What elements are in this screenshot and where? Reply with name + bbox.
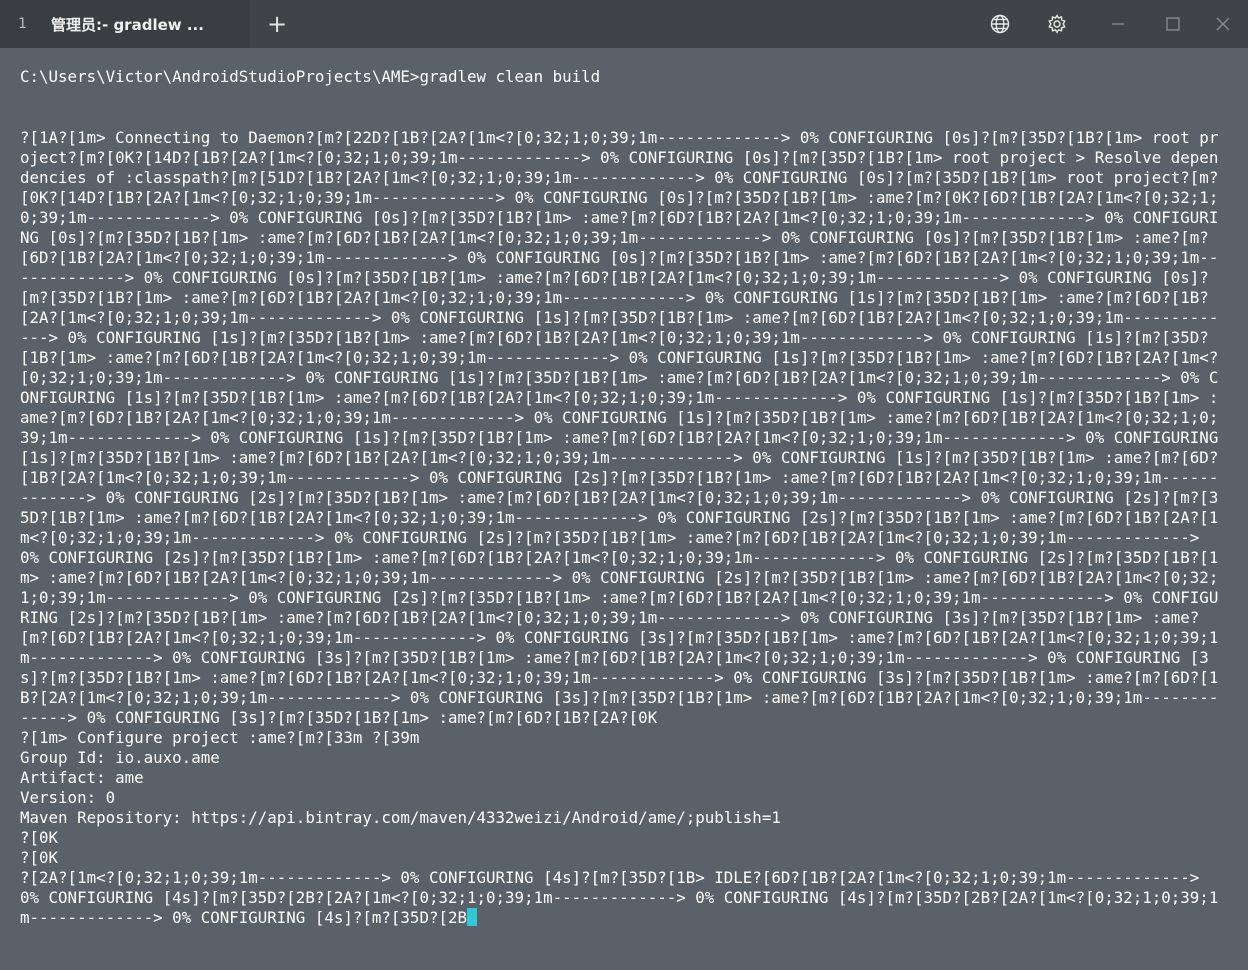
output-text: ?[1A?[1m> Connecting to Daemon?[m?[22D?[… [20,128,1219,927]
close-icon[interactable] [1211,12,1235,36]
command-prompt-line: C:\Users\Victor\AndroidStudioProjects\AM… [20,67,601,86]
tab-active[interactable]: 1 管理员:- gradlew ... [0,0,250,48]
globe-icon[interactable] [988,12,1012,36]
text-cursor [467,908,477,926]
terminal-output: ?[1A?[1m> Connecting to Daemon?[m?[22D?[… [20,128,1225,928]
tab-index: 1 [18,16,27,32]
title-bar: 1 管理员:- gradlew ... + [0,0,1248,48]
minimize-icon[interactable] [1106,12,1130,36]
gear-icon[interactable] [1045,12,1069,36]
maximize-icon[interactable] [1161,12,1185,36]
tab-title: 管理员:- gradlew ... [51,15,204,34]
new-tab-button[interactable]: + [262,10,292,38]
terminal-window[interactable]: C:\Users\Victor\AndroidStudioProjects\AM… [0,48,1248,970]
